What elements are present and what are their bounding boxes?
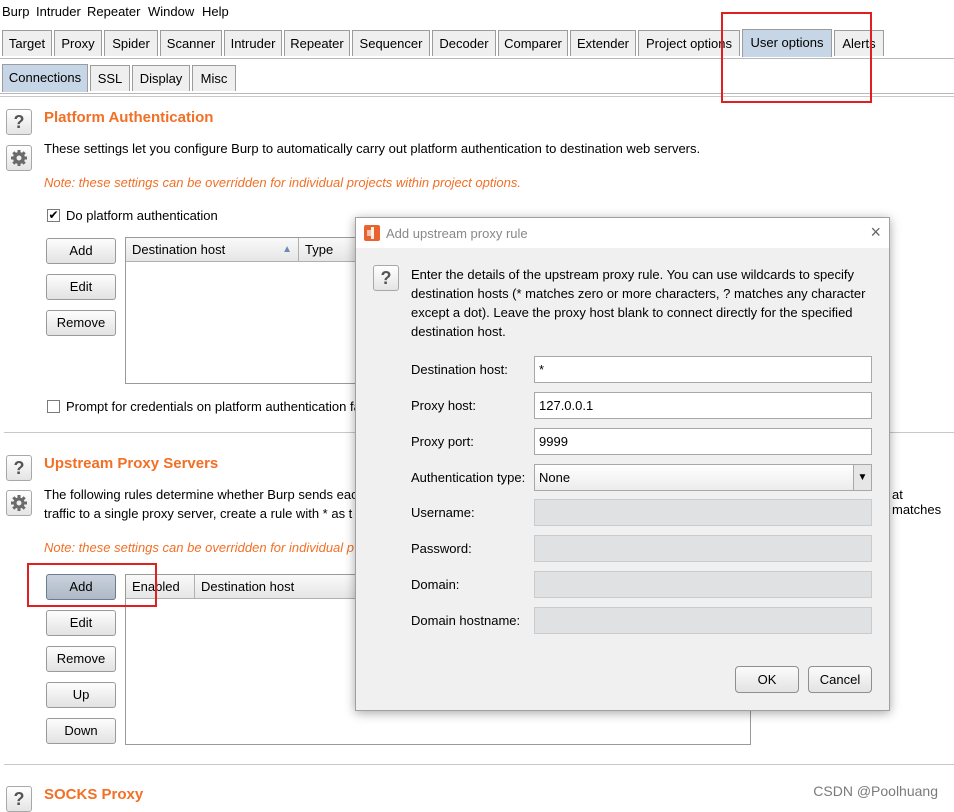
intro-line: except a dot). Leave the proxy host blan… [411, 305, 853, 320]
help-icon[interactable]: ? [6, 109, 32, 135]
menu-intruder[interactable]: Intruder [36, 4, 81, 19]
platform-remove-button[interactable]: Remove [46, 310, 116, 336]
platform-edit-button[interactable]: Edit [46, 274, 116, 300]
username-field[interactable] [534, 499, 872, 526]
tab-display[interactable]: Display [132, 65, 190, 91]
watermark: CSDN @Poolhuang [813, 783, 938, 799]
tab-misc[interactable]: Misc [192, 65, 236, 91]
password-field[interactable] [534, 535, 872, 562]
upstream-down-button[interactable]: Down [46, 718, 116, 744]
gear-icon[interactable] [6, 145, 32, 171]
help-icon[interactable]: ? [6, 786, 32, 812]
gear-icon[interactable] [6, 490, 32, 516]
proxy-host-label: Proxy host: [411, 398, 477, 413]
username-label: Username: [411, 505, 475, 520]
sort-asc-icon: ▲ [282, 244, 292, 255]
do-platform-auth-label: Do platform authentication [66, 208, 218, 223]
column-destination-host[interactable]: Destination host [195, 575, 375, 598]
platform-add-button[interactable]: Add [46, 238, 116, 264]
dialog-title: Add upstream proxy rule [386, 226, 528, 241]
password-label: Password: [411, 541, 472, 556]
domain-field[interactable] [534, 571, 872, 598]
tab-comparer[interactable]: Comparer [498, 30, 568, 56]
upstream-description-line2: traffic to a single proxy server, create… [44, 506, 353, 521]
upstream-note: Note: these settings can be overridden f… [44, 540, 355, 555]
domain-hostname-label: Domain hostname: [411, 613, 521, 628]
tab-proxy[interactable]: Proxy [54, 30, 102, 56]
section-title-upstream-proxy: Upstream Proxy Servers [44, 455, 219, 472]
tab-ssl[interactable]: SSL [90, 65, 130, 91]
destination-host-field[interactable]: * [534, 356, 872, 383]
domain-hostname-field[interactable] [534, 607, 872, 634]
column-destination-host[interactable]: Destination host ▲ [126, 238, 299, 261]
dialog-titlebar: Add upstream proxy rule × [356, 218, 889, 248]
upstream-up-button[interactable]: Up [46, 682, 116, 708]
tab-target[interactable]: Target [2, 30, 52, 56]
table-header: Destination host ▲ Type [126, 238, 364, 262]
chevron-down-icon[interactable]: ▼ [853, 465, 871, 490]
cancel-button[interactable]: Cancel [808, 666, 872, 693]
platform-auth-description: These settings let you configure Burp to… [44, 141, 701, 156]
menu-window[interactable]: Window [148, 4, 194, 19]
intro-line: destination host. [411, 324, 506, 339]
do-platform-auth-checkbox[interactable]: ✔ [47, 209, 60, 222]
platform-auth-note: Note: these settings can be overridden f… [44, 175, 521, 190]
menu-burp[interactable]: Burp [2, 4, 29, 19]
prompt-credentials-checkbox[interactable] [47, 400, 60, 413]
auth-type-select[interactable]: None ▼ [534, 464, 872, 491]
tab-extender[interactable]: Extender [570, 30, 636, 56]
divider [4, 764, 954, 765]
highlight-box [27, 563, 157, 607]
section-title-socks-proxy: SOCKS Proxy [44, 786, 144, 803]
proxy-port-field[interactable]: 9999 [534, 428, 872, 455]
add-upstream-proxy-dialog: Add upstream proxy rule × ? Enter the de… [355, 217, 890, 711]
help-icon[interactable]: ? [373, 265, 399, 291]
auth-type-label: Authentication type: [411, 470, 526, 485]
highlight-box [721, 12, 872, 103]
intro-line: destination hosts (* matches zero or mor… [411, 286, 866, 301]
tab-sequencer[interactable]: Sequencer [352, 30, 430, 56]
platform-auth-table[interactable]: Destination host ▲ Type [125, 237, 365, 384]
proxy-host-field[interactable]: 127.0.0.1 [534, 392, 872, 419]
help-icon[interactable]: ? [6, 455, 32, 481]
menu-help[interactable]: Help [202, 4, 229, 19]
menu-repeater[interactable]: Repeater [87, 4, 140, 19]
upstream-description: The following rules determine whether Bu… [44, 487, 358, 502]
tab-connections[interactable]: Connections [2, 64, 88, 92]
tab-spider[interactable]: Spider [104, 30, 158, 56]
tab-scanner[interactable]: Scanner [160, 30, 222, 56]
prompt-credentials-label: Prompt for credentials on platform authe… [66, 399, 361, 414]
domain-label: Domain: [411, 577, 460, 592]
close-icon[interactable]: × [870, 222, 881, 243]
intro-line: Enter the details of the upstream proxy … [411, 267, 854, 282]
tab-decoder[interactable]: Decoder [432, 30, 496, 56]
upstream-remove-button[interactable]: Remove [46, 646, 116, 672]
dialog-intro: Enter the details of the upstream proxy … [411, 265, 865, 341]
upstream-description-tail: at matches [892, 487, 942, 517]
burp-logo-icon [364, 225, 380, 241]
destination-host-label: Destination host: [411, 362, 508, 377]
section-title-platform-auth: Platform Authentication [44, 109, 214, 126]
column-label: Destination host [132, 242, 226, 257]
proxy-port-label: Proxy port: [411, 434, 474, 449]
tab-repeater[interactable]: Repeater [284, 30, 350, 56]
upstream-edit-button[interactable]: Edit [46, 610, 116, 636]
tab-intruder[interactable]: Intruder [224, 30, 282, 56]
ok-button[interactable]: OK [735, 666, 799, 693]
auth-type-value: None [539, 470, 571, 485]
